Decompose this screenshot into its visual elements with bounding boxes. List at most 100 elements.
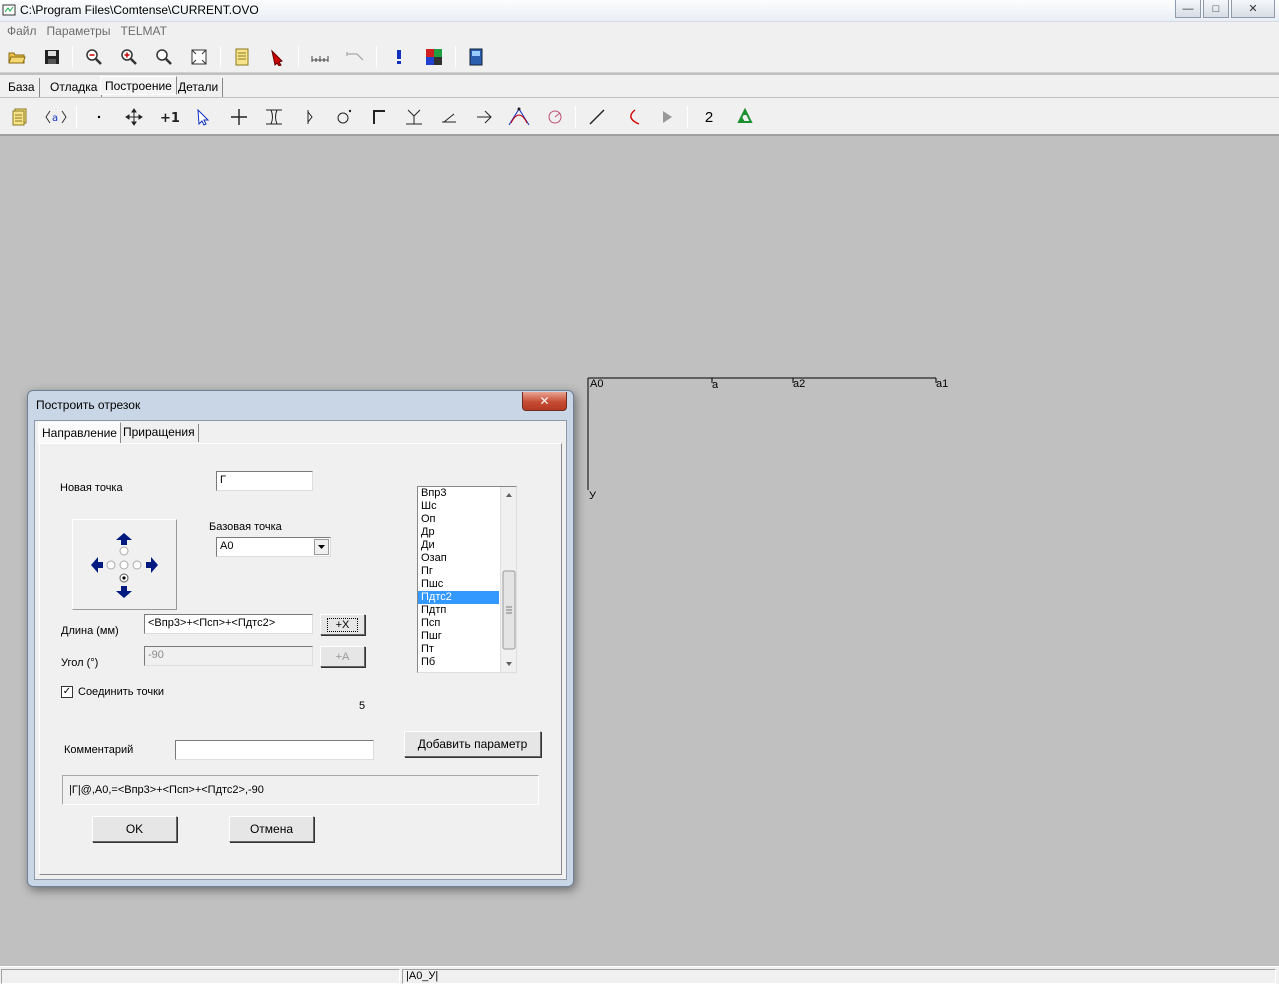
arrow-left-icon[interactable] [91,557,103,573]
exclamation-icon[interactable] [387,45,411,69]
base-point-label: Базовая точка [209,521,282,533]
list-item[interactable]: Ди [418,539,499,552]
number-2-button[interactable]: 2 [697,105,721,129]
tab-increments[interactable]: Приращения [120,424,199,442]
base-point-value: A0 [220,540,234,552]
list-item[interactable]: Пшг [418,630,499,643]
menu-parameters[interactable]: Параметры [42,22,116,41]
minimize-button[interactable]: — [1175,0,1201,18]
dialog-body: Направление Приращения Новая точка Г Баз… [34,420,567,880]
list-item[interactable]: Впр3 [418,487,499,500]
measure-icon[interactable] [308,45,332,69]
select-icon[interactable] [192,105,216,129]
curve-line-icon[interactable] [620,105,644,129]
circle-point-icon[interactable] [332,105,356,129]
menu-file[interactable]: Файл [2,22,42,41]
document-icon[interactable] [230,45,254,69]
notes-icon[interactable] [8,105,32,129]
arrow-icon[interactable] [472,105,496,129]
list-item[interactable]: Пшс [418,578,499,591]
point-label-a0: A0 [590,378,604,390]
zoom-icon[interactable] [152,45,176,69]
comment-field[interactable] [175,740,374,760]
corner-icon[interactable] [367,105,391,129]
length-label: Длина (мм) [61,625,119,637]
pointer-icon[interactable] [265,45,289,69]
status-pane-2: |A0_У| [402,969,1276,984]
build-segment-dialog: Построить отрезок ✕ Направление Приращен… [27,390,574,887]
tab-details[interactable]: Детали [174,78,224,97]
move-icon[interactable] [122,105,146,129]
save-icon[interactable] [40,45,64,69]
intersection-icon[interactable] [262,105,286,129]
new-point-field[interactable]: Г [216,471,313,491]
list-item-selected[interactable]: Пдтс2 [418,591,499,604]
curve-icon[interactable] [507,105,531,129]
dialog-close-button[interactable]: ✕ [522,392,567,411]
maximize-button[interactable]: □ [1203,0,1229,18]
base-point-select[interactable]: A0 [216,537,331,557]
direction-panel: Новая точка Г Базовая точка A0 Длина (мм… [39,443,562,875]
zoom-out-icon[interactable] [82,45,106,69]
scroll-up-icon[interactable] [506,493,512,497]
fit-page-icon[interactable] [187,45,211,69]
cross-icon[interactable] [227,105,251,129]
title-bar: C:\Program Files\Comtense\CURRENT.OVO — … [0,0,1279,22]
list-scrollbar[interactable] [500,487,516,672]
comment-label: Комментарий [64,744,134,756]
tab-base[interactable]: База [4,78,40,97]
point-icon[interactable] [87,105,111,129]
arc-icon[interactable] [543,105,567,129]
dialog-title: Построить отрезок [36,398,141,412]
tab-construction[interactable]: Построение [100,76,177,95]
list-item[interactable]: Шс [418,500,499,513]
list-item[interactable]: Оп [418,513,499,526]
status-bar: |A0_У| [0,966,1279,984]
menu-bar: Файл Параметры TELMAT [0,22,1279,41]
list-item[interactable]: Пб [418,656,499,669]
list-item[interactable]: Др [418,526,499,539]
arrow-up-icon[interactable] [116,533,132,545]
angle-field[interactable]: -90 [144,646,313,666]
formula-display: |Г|@,A0,=<Впр3>+<Псп>+<Пдтс2>,-90 [62,775,539,805]
angle-icon[interactable] [437,105,461,129]
list-item[interactable]: Пг [418,565,499,578]
open-icon[interactable] [5,45,29,69]
chevron-down-icon[interactable] [314,539,329,555]
palette-icon[interactable] [422,45,446,69]
play-icon[interactable] [655,105,679,129]
add-angle-button[interactable]: +A [320,646,365,667]
tab-debug[interactable]: Отладка [46,78,103,97]
arrow-down-icon[interactable] [116,586,132,598]
length-field[interactable]: <Впр3>+<Псп>+<Пдтс2> [144,614,313,634]
cancel-button[interactable]: Отмена [229,816,314,842]
add-x-button[interactable]: +X [320,614,365,635]
list-item[interactable]: Пт [418,643,499,656]
recycle-icon[interactable] [733,105,757,129]
plus-one-icon[interactable]: +1 [157,105,181,129]
svg-text:+1: +1 [160,111,179,125]
menu-telmat[interactable]: TELMAT [115,22,171,41]
parameter-list[interactable]: Впр3 Шс Оп Др Ди Озап Пг Пшс Пдтс2 Пдтп … [417,486,517,673]
ok-button[interactable]: OK [92,816,177,842]
tab-direction[interactable]: Направление [38,422,121,444]
variable-icon[interactable]: a [44,105,68,129]
book-icon[interactable] [464,45,488,69]
scroll-down-icon[interactable] [506,662,512,666]
main-toolbar [0,41,1279,73]
count-value: 5 [359,700,366,712]
add-parameter-button[interactable]: Добавить параметр [404,731,541,757]
close-window-button[interactable]: ✕ [1231,0,1275,18]
line-icon[interactable] [585,105,609,129]
bisect-icon[interactable] [297,105,321,129]
connect-points-checkbox[interactable]: ✓ [61,686,73,698]
list-item[interactable]: Пдтп [418,604,499,617]
zoom-in-icon[interactable] [117,45,141,69]
arrow-right-icon[interactable] [146,557,158,573]
point-label-a: a [712,379,719,391]
angle-measure-icon[interactable] [343,45,367,69]
main-tab-strip: База Отладка Построение Детали [0,75,1279,97]
perpendicular-icon[interactable] [402,105,426,129]
list-item[interactable]: Псп [418,617,499,630]
list-item[interactable]: Озап [418,552,499,565]
